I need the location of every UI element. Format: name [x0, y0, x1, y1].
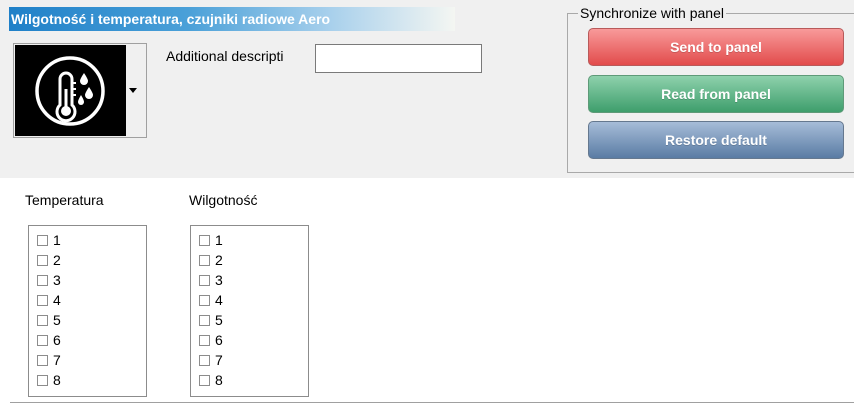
checkbox[interactable] — [199, 334, 210, 346]
checkbox[interactable] — [37, 314, 48, 326]
restore-default-button[interactable]: Restore default — [588, 121, 844, 159]
additional-description-input[interactable] — [315, 44, 482, 73]
checkbox[interactable] — [199, 314, 210, 326]
humidity-item[interactable]: 2 — [191, 250, 308, 270]
temperature-item[interactable]: 6 — [29, 330, 146, 350]
checkbox[interactable] — [199, 254, 210, 266]
chevron-down-icon[interactable] — [129, 88, 137, 93]
sync-group-legend: Synchronize with panel — [578, 5, 726, 21]
humidity-item[interactable]: 8 — [191, 370, 308, 390]
humidity-checklist: 1 2 3 4 5 6 7 8 — [190, 225, 309, 397]
checkbox[interactable] — [37, 294, 48, 306]
checkbox[interactable] — [37, 374, 48, 386]
thermometer-humidity-icon — [15, 45, 126, 136]
humidity-item[interactable]: 1 — [191, 230, 308, 250]
checkbox[interactable] — [37, 254, 48, 266]
checkbox[interactable] — [37, 334, 48, 346]
window-title: Wilgotność i temperatura, czujniki radio… — [9, 7, 455, 31]
temperature-item[interactable]: 1 — [29, 230, 146, 250]
divider — [10, 402, 854, 403]
humidity-item[interactable]: 5 — [191, 310, 308, 330]
temperature-item[interactable]: 8 — [29, 370, 146, 390]
checkbox[interactable] — [199, 354, 210, 366]
temperature-checklist: 1 2 3 4 5 6 7 8 — [28, 225, 147, 397]
humidity-item[interactable]: 7 — [191, 350, 308, 370]
read-from-panel-button[interactable]: Read from panel — [588, 75, 844, 113]
checkbox[interactable] — [199, 294, 210, 306]
additional-description-label: Additional descripti — [166, 48, 284, 64]
temperature-item[interactable]: 2 — [29, 250, 146, 270]
temperature-item[interactable]: 3 — [29, 270, 146, 290]
checkbox[interactable] — [37, 274, 48, 286]
checkbox[interactable] — [199, 374, 210, 386]
checkbox[interactable] — [199, 234, 210, 246]
humidity-item[interactable]: 3 — [191, 270, 308, 290]
checkbox[interactable] — [37, 354, 48, 366]
humidity-header: Wilgotność — [189, 192, 258, 208]
temperature-item[interactable]: 5 — [29, 310, 146, 330]
checkbox[interactable] — [199, 274, 210, 286]
humidity-item[interactable]: 6 — [191, 330, 308, 350]
humidity-item[interactable]: 4 — [191, 290, 308, 310]
temperature-item[interactable]: 7 — [29, 350, 146, 370]
temperature-item[interactable]: 4 — [29, 290, 146, 310]
temperature-header: Temperatura — [25, 192, 104, 208]
icon-selector[interactable] — [13, 43, 147, 138]
checkbox[interactable] — [37, 234, 48, 246]
send-to-panel-button[interactable]: Send to panel — [588, 28, 844, 66]
